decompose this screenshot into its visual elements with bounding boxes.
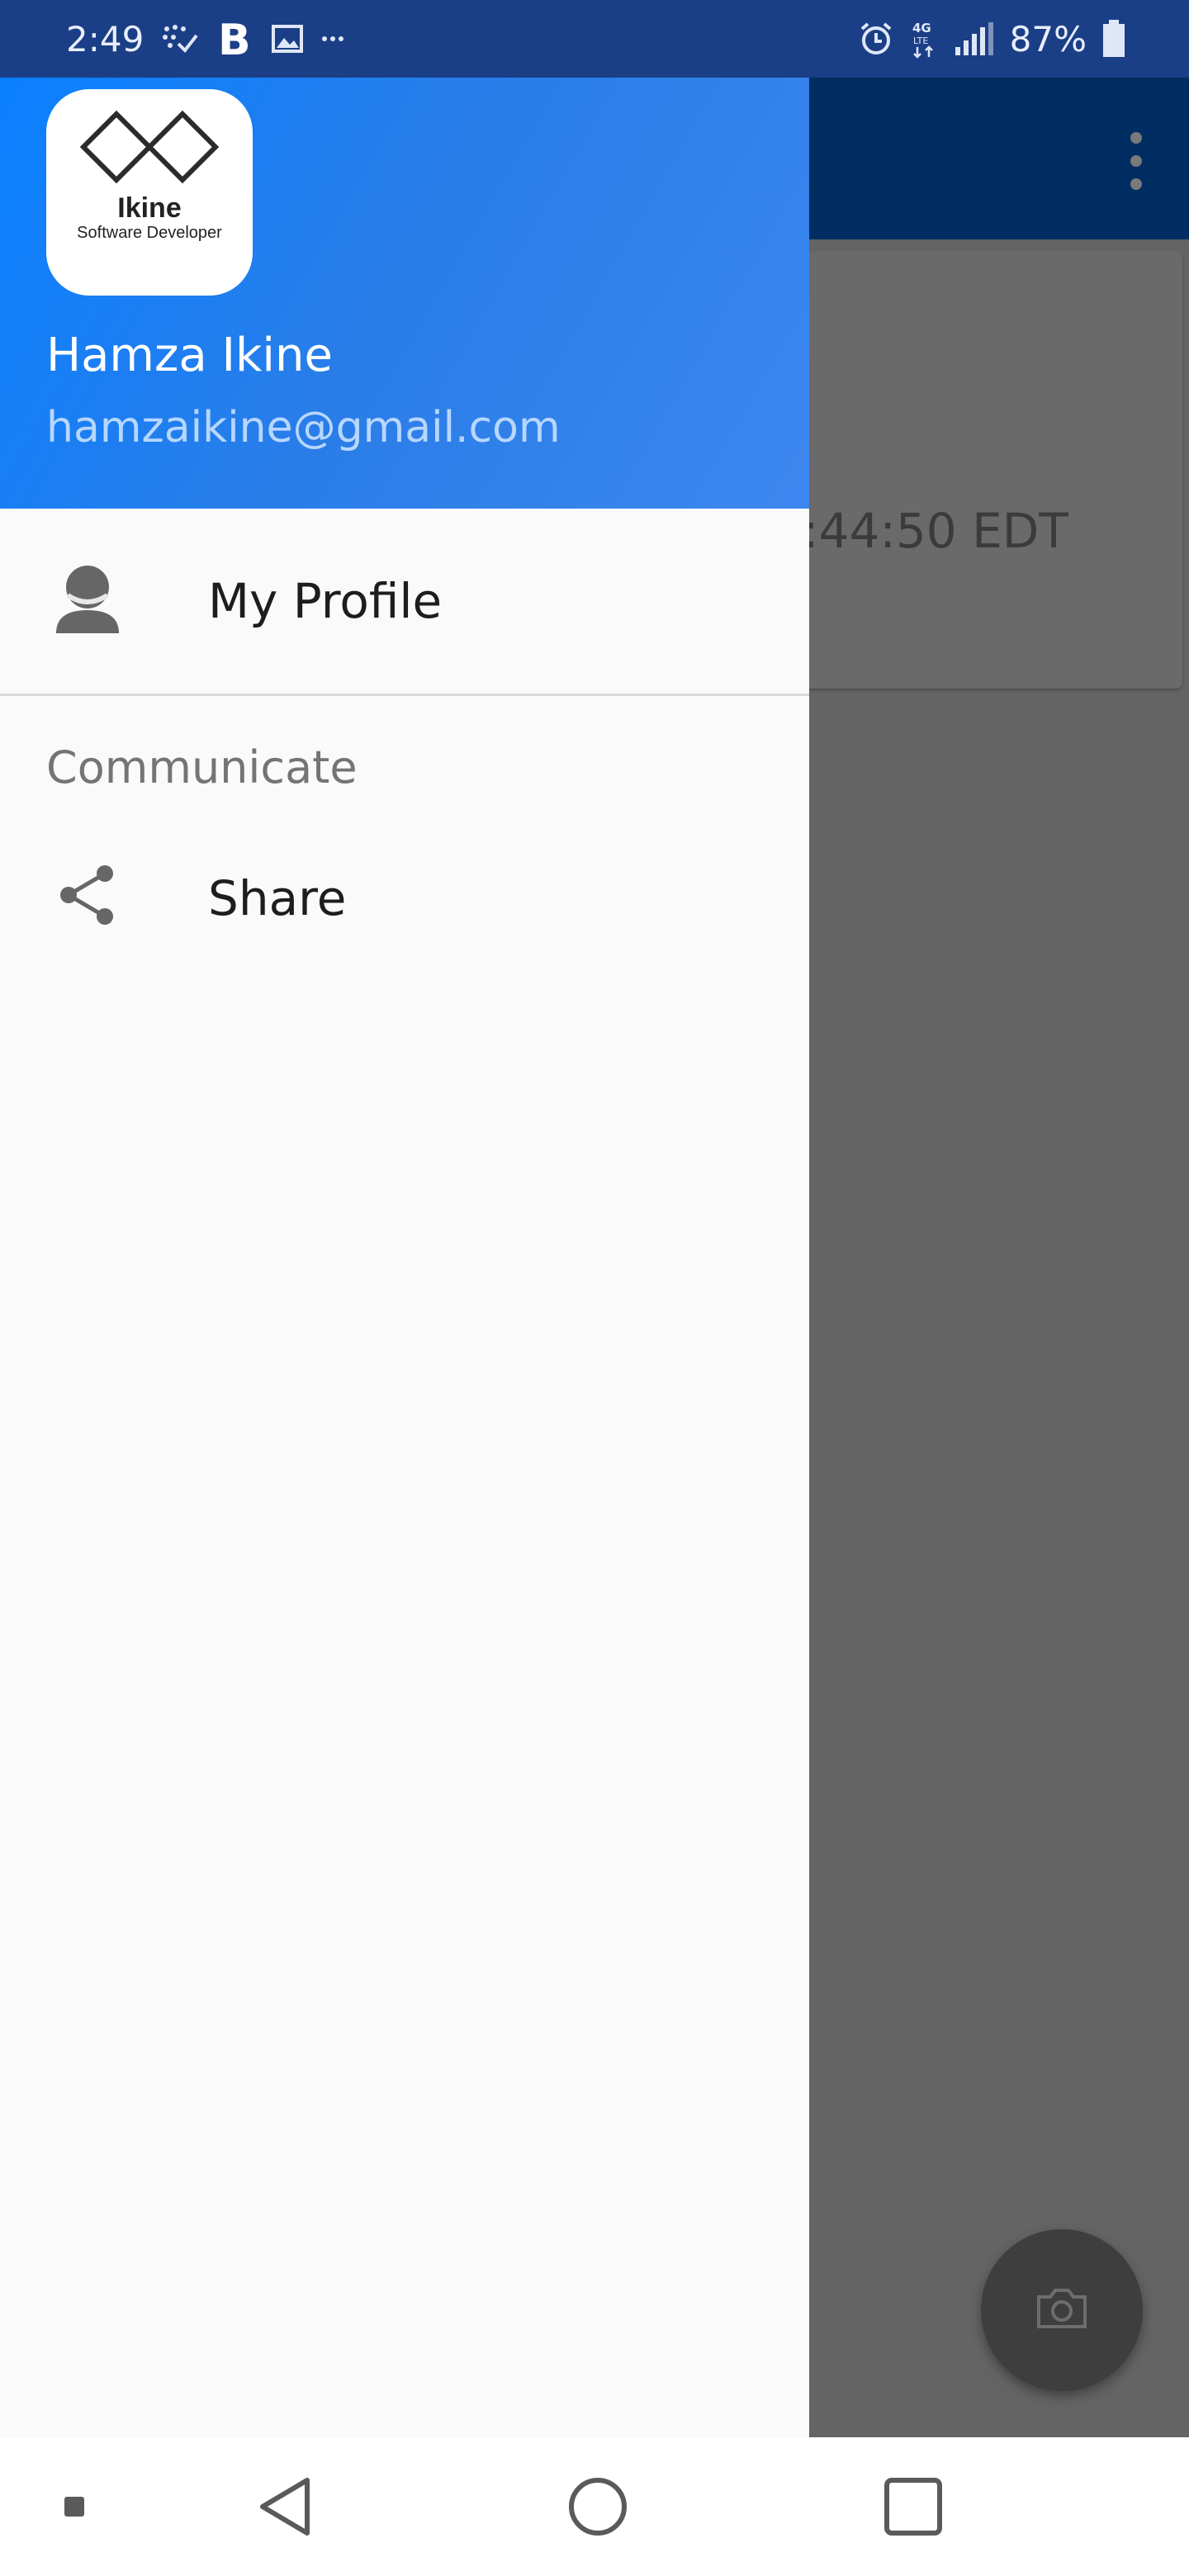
- user-email: hamzaikine@gmail.com: [46, 403, 561, 452]
- 4g-lte-icon: 4G LTE: [909, 19, 939, 59]
- image-icon: [271, 22, 304, 55]
- section-header: Communicate: [46, 741, 358, 793]
- card-time-text: :44:50 EDT: [803, 503, 1068, 559]
- more-dots-icon: [320, 31, 345, 47]
- divider: [0, 694, 809, 696]
- svg-text:4G: 4G: [912, 21, 931, 36]
- logo-subtitle: Software Developer: [77, 224, 222, 242]
- app-logo: Ikine Software Developer: [46, 89, 253, 296]
- menu-item-my-profile[interactable]: My Profile: [0, 509, 809, 690]
- camera-fab-button[interactable]: [981, 2229, 1143, 2391]
- battery-icon: [1101, 19, 1126, 59]
- menu-item-label: My Profile: [208, 573, 443, 629]
- alarm-icon: [858, 21, 894, 57]
- status-time: 2:49: [66, 18, 144, 59]
- share-icon: [46, 854, 129, 936]
- back-icon: [260, 2478, 310, 2536]
- status-right: 4G LTE 87%: [858, 0, 1126, 78]
- svg-text:B: B: [218, 18, 251, 59]
- bold-b-icon: B: [216, 18, 254, 59]
- recents-icon: [884, 2478, 942, 2536]
- status-left: 2:49 B: [66, 0, 345, 78]
- logo-diamond-icon: [79, 110, 220, 184]
- person-icon: [46, 556, 129, 639]
- status-bar: 2:49 B 4G LTE 87%: [0, 0, 1189, 78]
- overflow-menu-icon[interactable]: [1120, 132, 1153, 190]
- system-nav-bar: [0, 2437, 1189, 2576]
- battery-percent: 87%: [1009, 18, 1087, 59]
- sparkle-check-icon: [160, 22, 200, 55]
- menu-item-share[interactable]: Share: [0, 806, 809, 987]
- nav-indicator-button[interactable]: [59, 2437, 89, 2576]
- navigation-drawer: Ikine Software Developer Hamza Ikine ham…: [0, 78, 809, 2437]
- user-name: Hamza Ikine: [46, 329, 333, 382]
- svg-text:LTE: LTE: [913, 36, 928, 46]
- drawer-header: Ikine Software Developer Hamza Ikine ham…: [0, 78, 809, 509]
- camera-icon: [1035, 2287, 1088, 2333]
- nav-home-button[interactable]: [565, 2437, 631, 2576]
- nav-recents-button[interactable]: [880, 2437, 946, 2576]
- logo-word: Ikine: [117, 192, 182, 224]
- menu-item-label: Share: [208, 870, 347, 926]
- home-icon: [569, 2478, 627, 2536]
- nav-back-button[interactable]: [248, 2437, 322, 2576]
- signal-icon: [954, 21, 995, 57]
